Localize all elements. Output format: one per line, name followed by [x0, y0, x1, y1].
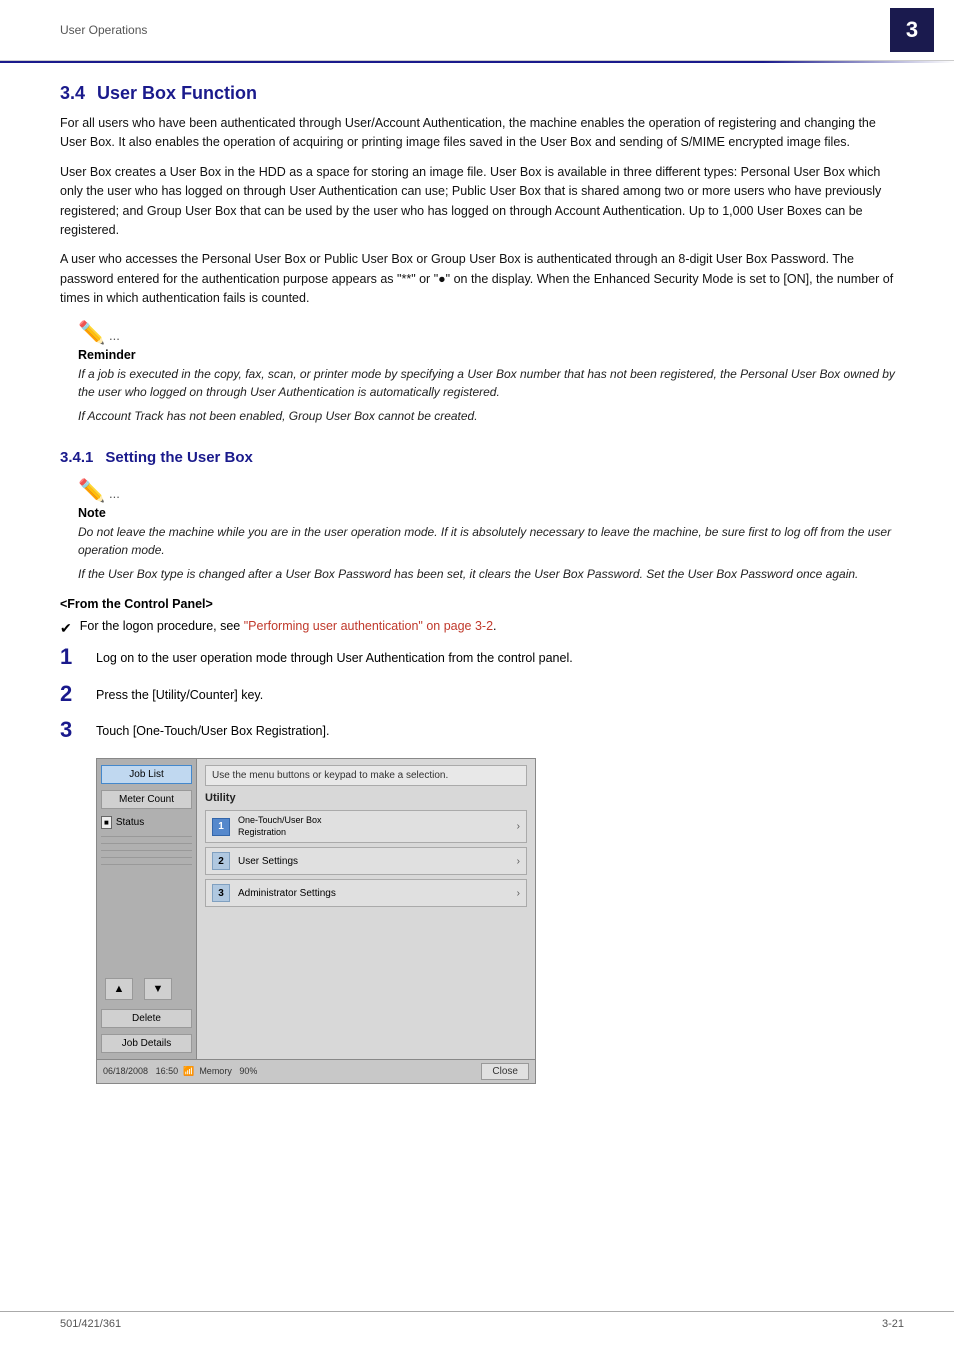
menu-label-2: User Settings: [238, 856, 298, 867]
subsection-heading: 3.4.1 Setting the User Box: [60, 449, 904, 466]
menu-item-1[interactable]: 1 One-Touch/User BoxRegistration ›: [205, 810, 527, 843]
note-text-2: If the User Box type is changed after a …: [78, 565, 904, 583]
step-1-number: 1: [60, 645, 82, 669]
reminder-icon-row: ✏️ ...: [78, 320, 904, 348]
note-label: Note: [78, 506, 904, 520]
menu-item-3[interactable]: 3 Administrator Settings ›: [205, 879, 527, 907]
footer-left: 501/421/361: [60, 1318, 121, 1330]
step-3-text: Touch [One-Touch/User Box Registration].: [96, 718, 329, 741]
section-heading: 3.4 User Box Function: [60, 83, 904, 104]
menu-label-1: One-Touch/User BoxRegistration: [238, 815, 322, 838]
section-para-1: For all users who have been authenticate…: [60, 114, 904, 153]
delete-btn[interactable]: Delete: [101, 1009, 192, 1028]
close-button[interactable]: Close: [481, 1063, 529, 1080]
reminder-text-2: If Account Track has not been enabled, G…: [78, 407, 904, 425]
note-pencil-icon: ✏️: [78, 478, 105, 504]
auth-link[interactable]: "Performing user authentication" on page…: [244, 619, 493, 633]
note-dots: ...: [109, 328, 120, 343]
meter-count-btn[interactable]: Meter Count: [101, 790, 192, 809]
note-dots-2: ...: [109, 486, 120, 501]
power-box: ■: [101, 816, 112, 829]
step-1-text: Log on to the user operation mode throug…: [96, 645, 573, 668]
footer-datetime: 06/18/2008 16:50 📶 Memory 90%: [103, 1066, 257, 1077]
note-text-1: Do not leave the machine while you are i…: [78, 523, 904, 559]
footer-date: 06/18/2008: [103, 1066, 148, 1076]
arrow-2: ›: [517, 856, 520, 867]
menu-num-1: 1: [212, 818, 230, 836]
section-title: User Box Function: [97, 83, 257, 104]
subsection-title: Setting the User Box: [105, 449, 253, 466]
step-3-number: 3: [60, 718, 82, 742]
note-box: ✏️ ... Note Do not leave the machine whi…: [70, 478, 904, 583]
footer-memory-val: 90%: [239, 1066, 257, 1076]
section-number: 3.4: [60, 83, 85, 104]
header-bar: User Operations 3: [0, 0, 954, 61]
step-1: 1 Log on to the user operation mode thro…: [60, 645, 904, 669]
machine-ui: Job List Meter Count ■ Status: [96, 758, 536, 1084]
content-area: 3.4 User Box Function For all users who …: [0, 63, 954, 1140]
job-details-btn[interactable]: Job Details: [101, 1034, 192, 1053]
reminder-box: ✏️ ... Reminder If a job is executed in …: [70, 320, 904, 425]
menu-item-2[interactable]: 2 User Settings ›: [205, 847, 527, 875]
chapter-badge: 3: [890, 8, 934, 52]
check-item: ✔ For the logon procedure, see "Performi…: [60, 619, 904, 637]
reminder-text-1: If a job is executed in the copy, fax, s…: [78, 365, 904, 401]
job-list-btn[interactable]: Job List: [101, 765, 192, 784]
step-2: 2 Press the [Utility/Counter] key.: [60, 682, 904, 706]
machine-footer: 06/18/2008 16:50 📶 Memory 90% Close: [97, 1059, 535, 1083]
left-bottom-buttons: ▲ ▼ Delete Job Details: [97, 973, 196, 1055]
footer-memory-label: Memory: [199, 1066, 232, 1076]
section-para-3: A user who accesses the Personal User Bo…: [60, 250, 904, 308]
up-btn[interactable]: ▲: [105, 978, 133, 1000]
control-panel-label: <From the Control Panel>: [60, 597, 904, 611]
menu-label-3: Administrator Settings: [238, 888, 336, 899]
reminder-label: Reminder: [78, 348, 904, 362]
machine-right-panel: Use the menu buttons or keypad to make a…: [197, 759, 535, 1059]
step-2-text: Press the [Utility/Counter] key.: [96, 682, 263, 705]
arrow-3: ›: [517, 888, 520, 899]
menu-num-2: 2: [212, 852, 230, 870]
check-text: For the logon procedure, see "Performing…: [80, 619, 497, 633]
footer-time: 16:50: [156, 1066, 179, 1076]
section-para-2: User Box creates a User Box in the HDD a…: [60, 163, 904, 241]
page-container: User Operations 3 3.4 User Box Function …: [0, 0, 954, 1350]
note-icon-row: ✏️ ...: [78, 478, 904, 506]
machine-ui-inner: Job List Meter Count ■ Status: [97, 759, 535, 1059]
page-label: User Operations: [60, 23, 147, 37]
check-text-suffix: .: [493, 619, 496, 633]
check-symbol: ✔: [60, 620, 72, 637]
machine-top-message: Use the menu buttons or keypad to make a…: [205, 765, 527, 786]
screenshot-container: Job List Meter Count ■ Status: [96, 758, 904, 1084]
nav-btn-row: ▲ ▼: [101, 976, 192, 1002]
menu-num-3: 3: [212, 884, 230, 902]
down-btn[interactable]: ▼: [144, 978, 172, 1000]
status-label: Status: [116, 817, 144, 828]
utility-label: Utility: [205, 792, 527, 804]
pencil-icon: ✏️: [78, 320, 105, 346]
check-text-before: For the logon procedure, see: [80, 619, 244, 633]
machine-left-panel: Job List Meter Count ■ Status: [97, 759, 197, 1059]
page-footer: 501/421/361 3-21: [0, 1311, 954, 1330]
step-2-number: 2: [60, 682, 82, 706]
arrow-1: ›: [517, 821, 520, 832]
footer-right: 3-21: [882, 1318, 904, 1330]
status-row: ■ Status: [101, 816, 192, 829]
subsection-number: 3.4.1: [60, 449, 93, 466]
step-3: 3 Touch [One-Touch/User Box Registration…: [60, 718, 904, 742]
